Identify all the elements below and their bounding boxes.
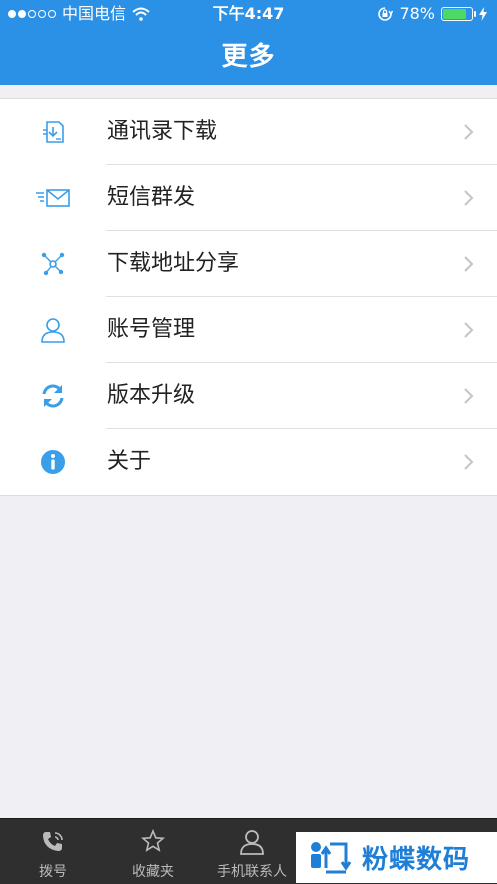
menu-item-share-link[interactable]: 下载地址分享 — [0, 231, 497, 297]
tab-label: 手机联系人 — [217, 864, 287, 880]
rotation-lock-icon — [378, 7, 394, 21]
menu-item-account[interactable]: 账号管理 — [0, 297, 497, 363]
tab-label: 拨号 — [39, 864, 67, 880]
top-bar: 中国电信 下午4:47 78% 更多 — [0, 0, 497, 85]
watermark-logo-icon — [311, 841, 352, 873]
menu-item-label: 账号管理 — [107, 317, 196, 342]
star-icon — [103, 829, 203, 855]
account-icon — [33, 314, 73, 346]
chevron-right-icon — [464, 388, 474, 404]
charging-bolt-icon — [479, 7, 487, 21]
menu-item-label: 短信群发 — [107, 185, 196, 210]
tab-label: 收藏夹 — [132, 864, 174, 880]
menu-item-label: 通讯录下载 — [107, 119, 218, 144]
menu-item-label: 关于 — [107, 449, 152, 474]
tab-favorites[interactable]: 收藏夹 — [103, 819, 203, 884]
menu-item-version-upgrade[interactable]: 版本升级 — [0, 363, 497, 429]
contacts-download-icon — [33, 116, 73, 148]
chevron-right-icon — [464, 256, 474, 272]
tab-phone-contacts[interactable]: 手机联系人 — [202, 819, 302, 884]
refresh-icon — [33, 380, 73, 412]
watermark: 粉蝶数码 — [296, 832, 497, 883]
share-icon — [33, 248, 73, 280]
info-icon — [33, 446, 73, 478]
sms-broadcast-icon — [33, 182, 73, 214]
person-icon — [202, 829, 302, 855]
status-bar: 中国电信 下午4:47 78% — [0, 0, 497, 28]
chevron-right-icon — [464, 454, 474, 470]
chevron-right-icon — [464, 124, 474, 140]
menu-item-label: 下载地址分享 — [107, 251, 240, 276]
battery-percent: 78% — [399, 4, 435, 23]
chevron-right-icon — [464, 322, 474, 338]
watermark-text: 粉蝶数码 — [362, 845, 471, 875]
menu-item-contacts-download[interactable]: 通讯录下载 — [0, 99, 497, 165]
more-menu-list: 通讯录下载 短信群发 下载地址分享 账号管理 版本升级 关于 — [0, 98, 497, 496]
page-title: 更多 — [221, 42, 276, 72]
menu-item-label: 版本升级 — [107, 383, 196, 408]
battery-icon — [441, 7, 476, 21]
chevron-right-icon — [464, 190, 474, 206]
menu-item-about[interactable]: 关于 — [0, 429, 497, 495]
phone-icon — [3, 829, 103, 855]
menu-item-sms-broadcast[interactable]: 短信群发 — [0, 165, 497, 231]
tab-dial[interactable]: 拨号 — [3, 819, 103, 884]
